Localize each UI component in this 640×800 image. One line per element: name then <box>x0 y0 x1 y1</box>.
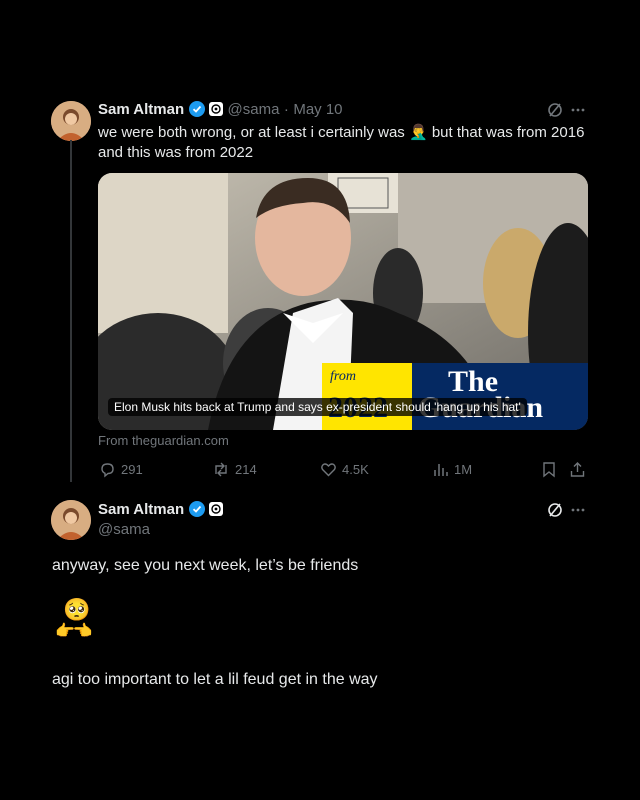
repost-button[interactable]: 214 <box>212 461 257 478</box>
more-options-icon[interactable] <box>570 102 586 118</box>
openai-logo-icon <box>209 502 224 516</box>
tweet1-text-part2: but that was from 2016 <box>431 124 585 141</box>
openai-logo-icon <box>209 102 224 116</box>
tweet1-text: we were both wrong, or at least i certai… <box>98 123 598 163</box>
reply-count: 291 <box>121 462 143 477</box>
author-handle[interactable]: @sama <box>228 101 280 118</box>
tweet2-line1: anyway, see you next week, let’s be frie… <box>52 557 359 574</box>
card-source[interactable]: From theguardian.com <box>98 433 229 448</box>
views-button[interactable]: 1M <box>432 461 472 478</box>
bookmark-icon[interactable] <box>541 461 557 478</box>
from-label: from <box>330 369 356 384</box>
repost-icon <box>212 461 230 478</box>
reply-button[interactable]: 291 <box>99 461 143 478</box>
tweet1-header: Sam Altman @sama · May 10 <box>98 101 343 119</box>
share-icon[interactable] <box>569 461 586 478</box>
tweet2-header: Sam Altman <box>98 501 224 519</box>
card-caption: Elon Musk hits back at Trump and says ex… <box>108 398 527 416</box>
heart-icon <box>320 461 337 478</box>
author-name[interactable]: Sam Altman <box>98 101 184 118</box>
grok-icon[interactable] <box>547 502 563 518</box>
more-options-icon[interactable] <box>570 502 586 518</box>
guardian-logo: from 2022 The Guardian <box>322 363 588 430</box>
tweet2-line2: agi too important to let a lil feud get … <box>52 671 378 688</box>
fingers-pointing-emoji: 👉👈 <box>55 623 93 640</box>
avatar[interactable] <box>51 500 91 540</box>
verified-badge-icon <box>188 101 205 117</box>
author-handle[interactable]: @sama <box>98 521 150 538</box>
verified-badge-icon <box>188 501 205 517</box>
grok-icon[interactable] <box>547 102 563 118</box>
avatar[interactable] <box>51 101 91 141</box>
separator-dot: · <box>283 101 289 118</box>
facepalm-emoji-icon: 🤦‍♂️ <box>408 124 428 141</box>
link-card[interactable]: from 2022 The Guardian Elon Musk hits ba… <box>98 173 588 430</box>
tweet-date[interactable]: May 10 <box>293 101 342 118</box>
views-count: 1M <box>454 462 473 477</box>
thread-line <box>70 140 72 482</box>
tweet1-text-part1: we were both wrong, or at least i certai… <box>98 124 405 141</box>
like-count: 4.5K <box>342 462 369 477</box>
views-chart-icon <box>432 461 449 478</box>
author-name[interactable]: Sam Altman <box>98 501 184 518</box>
tweet1-text-line2: and this was from 2022 <box>98 144 254 161</box>
like-button[interactable]: 4.5K <box>320 461 369 478</box>
repost-count: 214 <box>235 462 257 477</box>
reply-icon <box>99 461 116 478</box>
pleading-face-emoji: 🥺 <box>63 597 91 622</box>
